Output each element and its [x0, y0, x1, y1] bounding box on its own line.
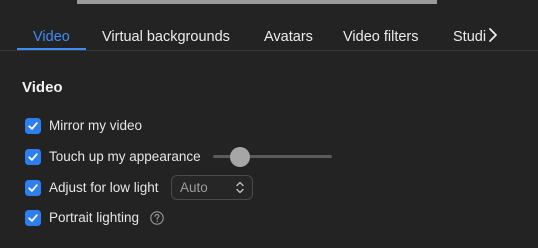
- mirror-video-checkbox[interactable]: [25, 118, 41, 134]
- chevron-up-down-icon: [236, 181, 244, 194]
- chevron-right-icon[interactable]: [487, 27, 499, 43]
- video-preview-strip: [77, 0, 437, 4]
- checkmark-icon: [28, 214, 38, 222]
- checkmark-icon: [28, 184, 38, 192]
- low-light-checkbox[interactable]: [25, 180, 41, 196]
- portrait-lighting-label: Portrait lighting: [49, 210, 140, 225]
- tab-avatars[interactable]: Avatars: [264, 18, 313, 49]
- tab-video-filters[interactable]: Video filters: [343, 18, 419, 49]
- touch-up-slider-thumb[interactable]: [229, 147, 250, 167]
- low-light-label: Adjust for low light: [49, 180, 159, 195]
- touch-up-checkbox[interactable]: [25, 149, 41, 165]
- checkmark-icon: [28, 153, 38, 161]
- low-light-mode-select[interactable]: Auto: [171, 175, 253, 200]
- portrait-lighting-checkbox[interactable]: [25, 210, 41, 226]
- tab-bar-divider: [0, 50, 538, 51]
- question-circle-icon[interactable]: [150, 211, 164, 225]
- checkmark-icon: [28, 122, 38, 130]
- touch-up-label: Touch up my appearance: [49, 149, 201, 164]
- section-title: Video: [22, 79, 63, 96]
- tab-virtual-backgrounds[interactable]: Virtual backgrounds: [102, 18, 230, 49]
- low-light-mode-value: Auto: [180, 180, 208, 195]
- settings-tab-bar: Video Virtual backgrounds Avatars Video …: [0, 18, 538, 51]
- mirror-video-label: Mirror my video: [49, 118, 143, 133]
- tab-studio[interactable]: Studi: [453, 18, 486, 49]
- tab-video[interactable]: Video: [33, 18, 70, 49]
